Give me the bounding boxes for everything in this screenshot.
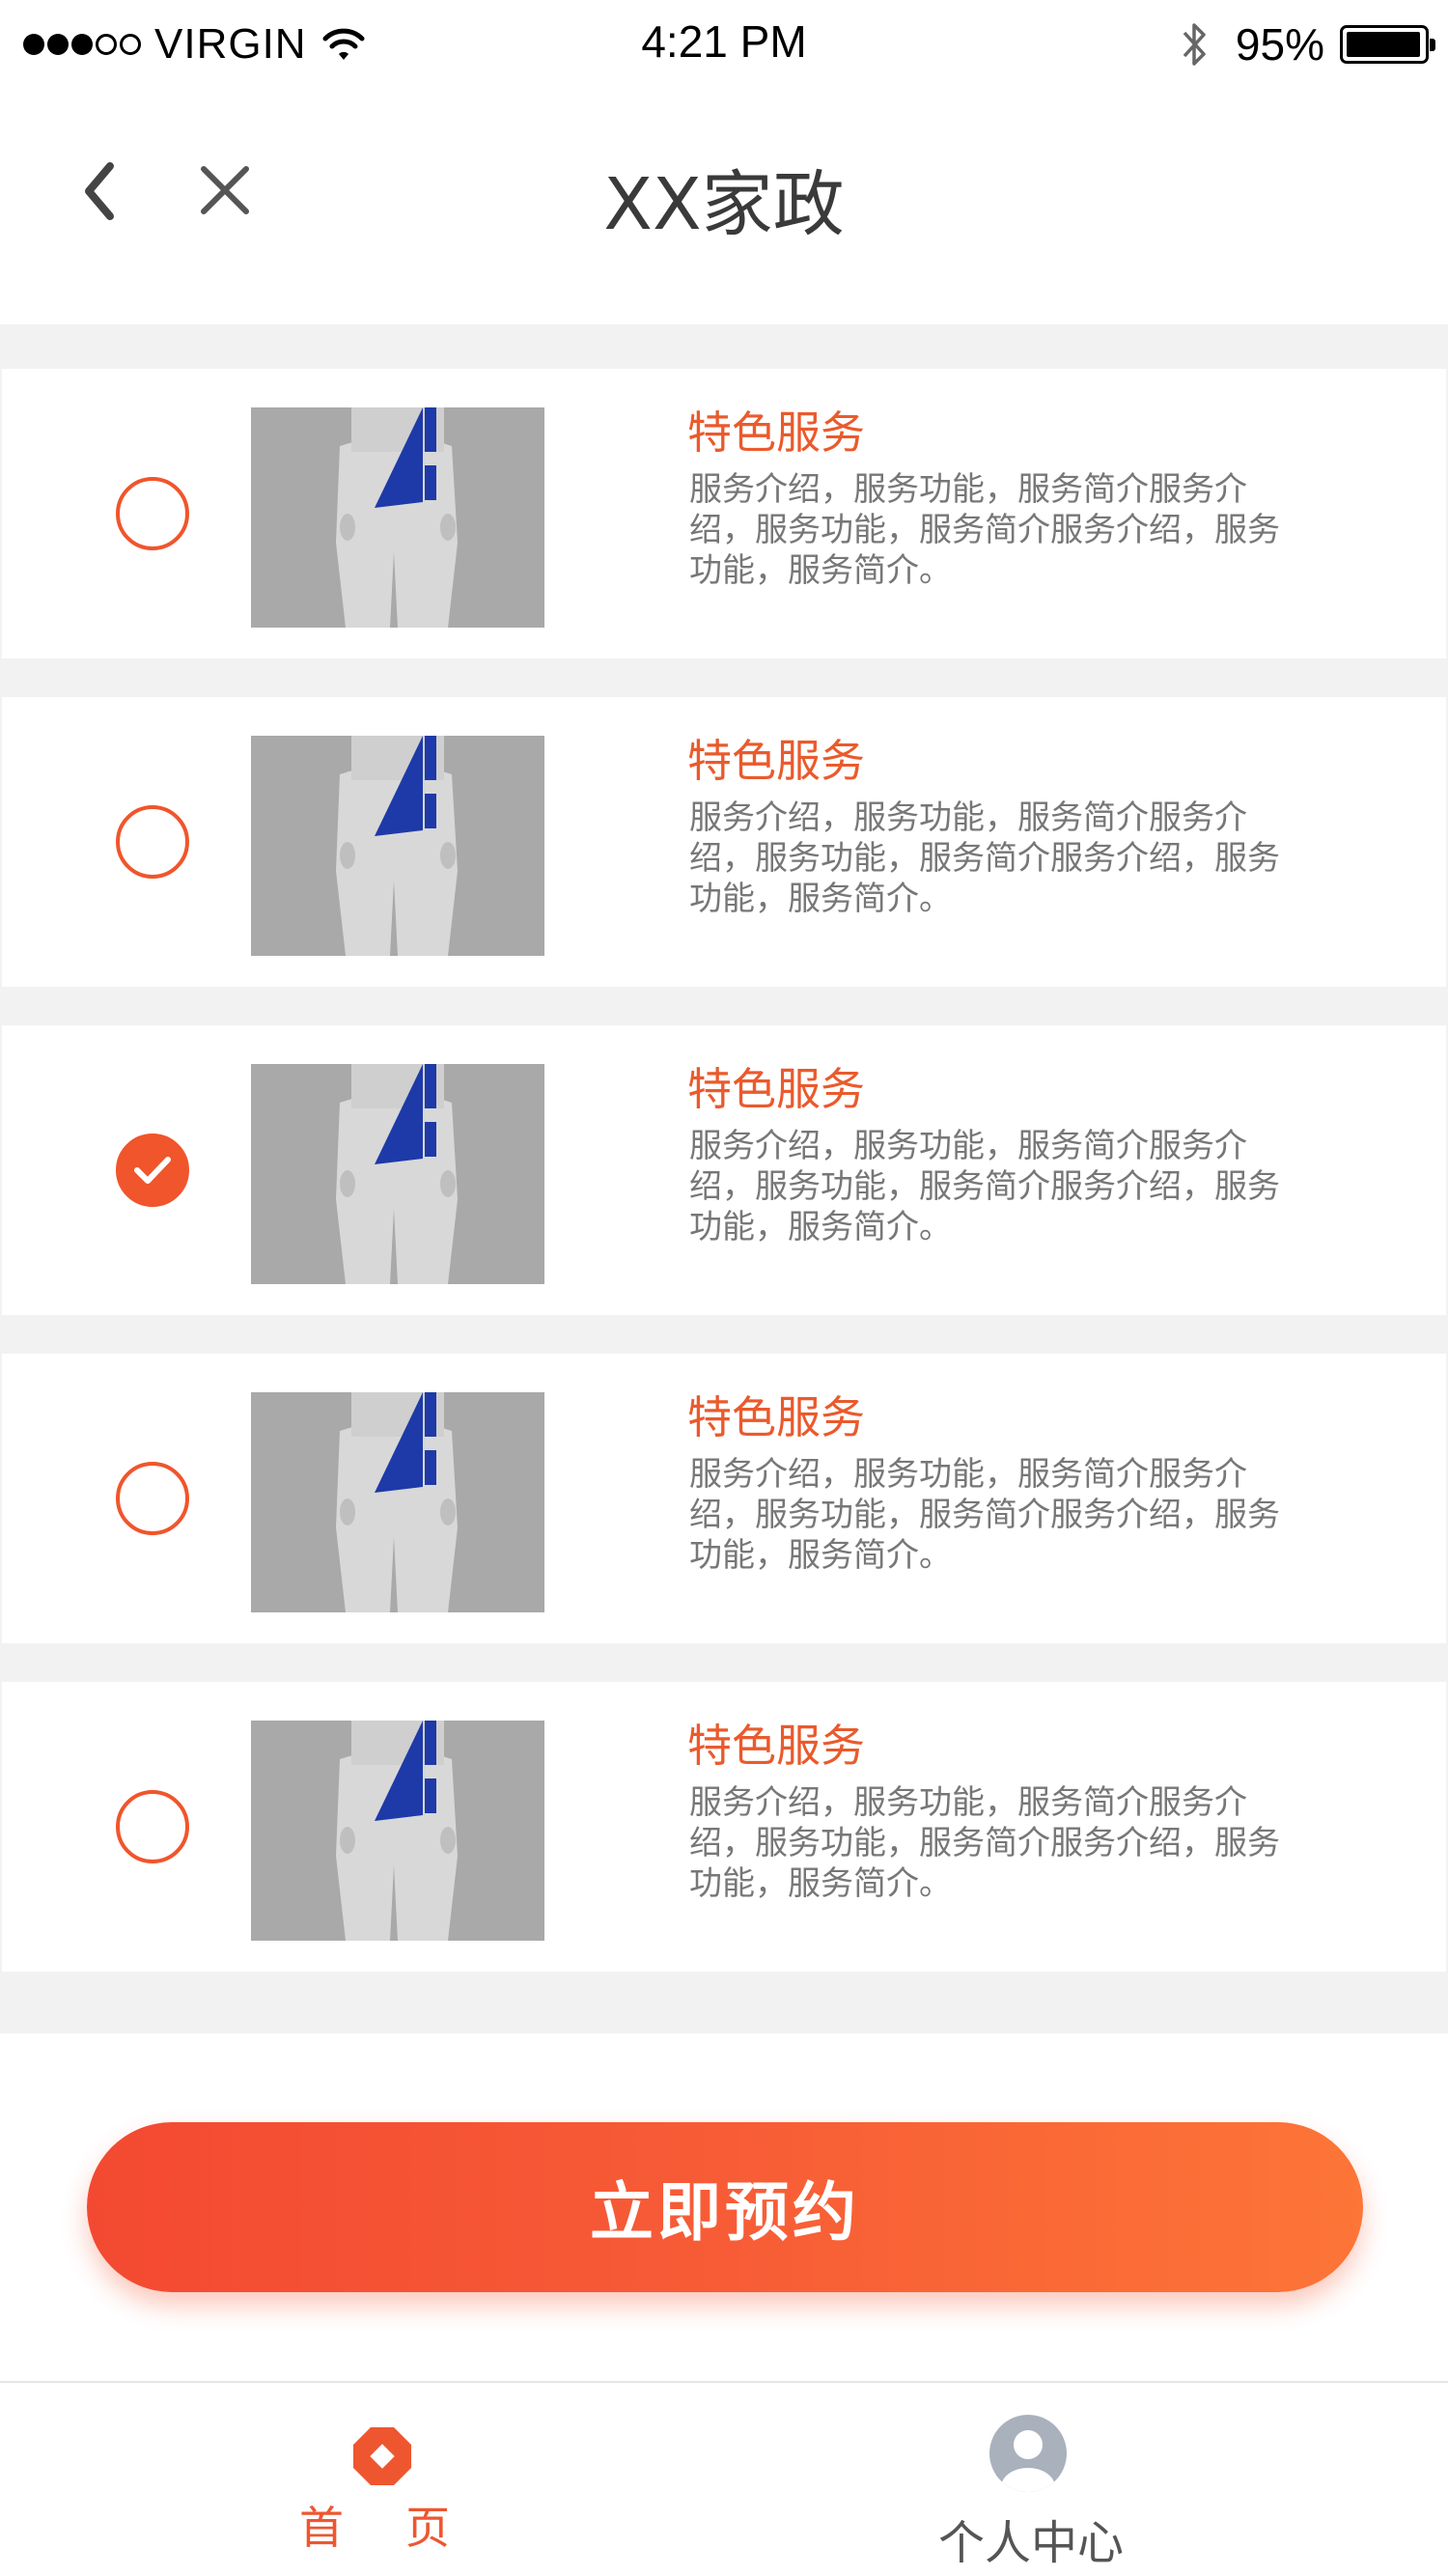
service-thumbnail-image xyxy=(251,1721,544,1941)
battery-percentage: 95% xyxy=(1235,19,1324,70)
battery-icon xyxy=(1340,25,1435,64)
radio-unchecked[interactable] xyxy=(116,477,189,550)
service-thumbnail-image xyxy=(251,407,544,628)
tab-home-label: 首页 xyxy=(299,2502,512,2554)
service-card[interactable]: 特色服务 服务介绍，服务功能，服务简介服务介绍，服务功能，服务简介服务介绍，服务… xyxy=(2,697,1446,987)
service-thumbnail xyxy=(251,1064,544,1284)
service-thumbnail-image xyxy=(251,1392,544,1612)
service-thumbnail xyxy=(251,407,544,628)
user-icon xyxy=(989,2415,1067,2492)
service-description: 服务介绍，服务功能，服务简介服务介绍，服务功能，服务简介服务介绍，服务功能，服务… xyxy=(689,470,1280,590)
service-thumbnail xyxy=(251,1392,544,1612)
service-description: 服务介绍，服务功能，服务简介服务介绍，服务功能，服务简介服务介绍，服务功能，服务… xyxy=(689,798,1280,918)
tab-profile[interactable]: 个人中心 xyxy=(724,2383,1448,2576)
service-thumbnail xyxy=(251,736,544,956)
nav-bar: XX家政 xyxy=(0,89,1448,324)
book-now-button[interactable]: 立即预约 xyxy=(87,2122,1363,2292)
checkmark-icon xyxy=(134,1157,171,1184)
service-title: 特色服务 xyxy=(687,1720,865,1772)
tab-profile-label: 个人中心 xyxy=(938,2516,1125,2570)
service-list: 特色服务 服务介绍，服务功能，服务简介服务介绍，服务功能，服务简介服务介绍，服务… xyxy=(0,324,1448,2033)
service-thumbnail xyxy=(251,1721,544,1941)
page-title: XX家政 xyxy=(603,163,845,246)
service-card[interactable]: 特色服务 服务介绍，服务功能，服务简介服务介绍，服务功能，服务简介服务介绍，服务… xyxy=(2,1025,1446,1315)
battery-fill xyxy=(1347,32,1420,57)
service-card[interactable]: 特色服务 服务介绍，服务功能，服务简介服务介绍，服务功能，服务简介服务介绍，服务… xyxy=(2,369,1446,658)
tab-home[interactable]: 首页 xyxy=(0,2383,724,2576)
status-bar: VIRGIN 4:21 PM 95% xyxy=(0,0,1448,89)
service-card[interactable]: 特色服务 服务介绍，服务功能，服务简介服务介绍，服务功能，服务简介服务介绍，服务… xyxy=(2,1682,1446,1972)
battery-tip xyxy=(1430,39,1435,51)
service-title: 特色服务 xyxy=(687,1063,865,1115)
service-thumbnail-image xyxy=(251,1064,544,1284)
service-description: 服务介绍，服务功能，服务简介服务介绍，服务功能，服务简介服务介绍，服务功能，服务… xyxy=(689,1783,1280,1903)
radio-unchecked[interactable] xyxy=(116,1790,189,1863)
radio-unchecked[interactable] xyxy=(116,1462,189,1535)
radio-checked[interactable] xyxy=(116,1134,189,1207)
home-icon xyxy=(353,2427,411,2485)
status-right: 95% xyxy=(1178,17,1435,71)
service-title: 特色服务 xyxy=(687,1391,865,1443)
tab-bar: 首页 个人中心 xyxy=(0,2381,1448,2576)
cta-area: 立即预约 xyxy=(0,2033,1448,2381)
screen: VIRGIN 4:21 PM 95% XX家政 特色服务 服务介绍，服务功能，服… xyxy=(0,0,1448,2576)
service-title: 特色服务 xyxy=(687,735,865,787)
service-description: 服务介绍，服务功能，服务简介服务介绍，服务功能，服务简介服务介绍，服务功能，服务… xyxy=(689,1127,1280,1246)
service-description: 服务介绍，服务功能，服务简介服务介绍，服务功能，服务简介服务介绍，服务功能，服务… xyxy=(689,1455,1280,1575)
book-now-label: 立即预约 xyxy=(590,2176,860,2248)
radio-unchecked[interactable] xyxy=(116,805,189,879)
service-thumbnail-image xyxy=(251,736,544,956)
bluetooth-icon xyxy=(1183,23,1206,66)
service-card[interactable]: 特色服务 服务介绍，服务功能，服务简介服务介绍，服务功能，服务简介服务介绍，服务… xyxy=(2,1354,1446,1643)
service-title: 特色服务 xyxy=(687,406,865,459)
